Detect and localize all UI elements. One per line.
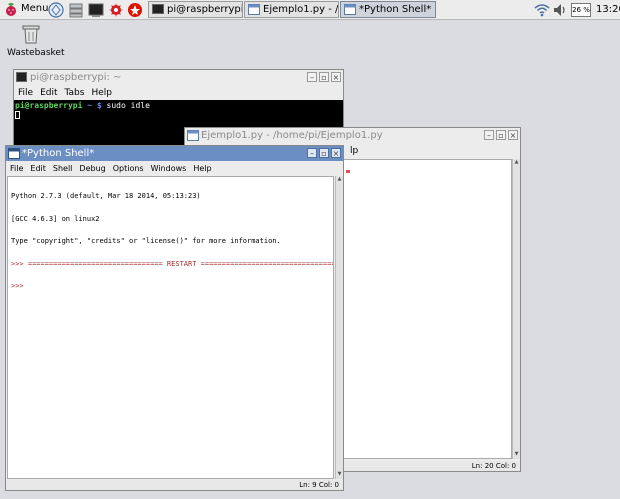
editor-titlebar[interactable]: Ejemplo1.py - /home/pi/Ejemplo1.py – ▫ × [185, 128, 520, 143]
shell-scrollbar[interactable]: ▲ ▼ [335, 176, 343, 479]
terminal-icon [16, 72, 27, 82]
shell-status: Ln: 9 Col: 0 [299, 481, 339, 489]
editor-status: Ln: 20 Col: 0 [471, 462, 516, 470]
terminal-menubar: File Edit Tabs Help [14, 86, 343, 100]
editor-title: Ejemplo1.py - /home/pi/Ejemplo1.py [201, 130, 383, 141]
shell-menubar: File Edit Shell Debug Options Windows Help [6, 162, 343, 176]
scroll-down-arrow-icon[interactable]: ▼ [336, 471, 343, 479]
editor-scrollbar[interactable]: ▲ ▼ [512, 159, 520, 459]
menu-file[interactable]: File [18, 88, 33, 98]
terminal-title: pi@raspberrypi: ~ [30, 72, 122, 83]
terminal-titlebar[interactable]: pi@raspberrypi: ~ – ▫ × [14, 70, 343, 85]
task-label: Ejemplo1.py - /hom... [263, 4, 339, 15]
menu-label: Menu [21, 3, 49, 14]
menu-edit[interactable]: Edit [30, 164, 46, 173]
minimize-button[interactable]: – [307, 72, 317, 82]
task-label: pi@raspberrypi: ~ [167, 4, 243, 15]
menu-help[interactable]: Help [193, 164, 211, 173]
terminal-icon[interactable] [88, 2, 104, 18]
scroll-up-arrow-icon[interactable]: ▲ [513, 159, 520, 167]
shell-prompt: >>> [11, 282, 24, 290]
shell-line: [GCC 4.6.3] on linux2 [11, 214, 100, 223]
close-button[interactable]: × [508, 130, 518, 140]
cpu-monitor: 26 % [571, 3, 591, 17]
clock: 13:20 [596, 4, 620, 15]
menu-debug[interactable]: Debug [79, 164, 105, 173]
menu-file[interactable]: File [10, 164, 23, 173]
task-terminal[interactable]: pi@raspberrypi: ~ [148, 1, 243, 18]
menu-shell[interactable]: Shell [53, 164, 73, 173]
prompt-user: pi@raspberrypi [15, 101, 83, 110]
menu-edit[interactable]: Edit [40, 88, 57, 98]
terminal-line: pi@raspberrypi ~ $ sudo idle [15, 101, 342, 111]
terminal-icon [152, 4, 164, 14]
minimize-button[interactable]: – [484, 130, 494, 140]
trash-icon [22, 25, 40, 44]
shell-titlebar[interactable]: *Python Shell* – ▫ × [6, 146, 343, 161]
prompt-path: ~ $ [87, 101, 102, 110]
menu-windows[interactable]: Windows [151, 164, 187, 173]
close-button[interactable]: × [331, 72, 341, 82]
maximize-button[interactable]: ▫ [319, 72, 329, 82]
wastebasket-label: Wastebasket [7, 48, 65, 58]
scroll-up-arrow-icon[interactable]: ▲ [336, 176, 343, 184]
terminal-command: sudo idle [106, 101, 150, 110]
window-icon [8, 148, 20, 159]
wifi-icon[interactable] [534, 2, 550, 18]
shell-text-area[interactable]: Python 2.7.3 (default, Mar 18 2014, 05:1… [7, 176, 334, 479]
file-manager-icon[interactable] [68, 2, 84, 18]
shell-status-bar: Ln: 9 Col: 0 [6, 480, 343, 490]
wastebasket[interactable]: Wastebasket [4, 24, 64, 60]
task-python-shell[interactable]: *Python Shell* [340, 1, 436, 18]
editor-red-mark [346, 170, 350, 173]
cpu-label: 26 % [572, 6, 590, 14]
minimize-button[interactable]: – [307, 148, 317, 158]
wolfram-icon[interactable] [127, 2, 143, 18]
shell-line: >>> ================================ RES… [11, 259, 334, 268]
scroll-down-arrow-icon[interactable]: ▼ [513, 451, 520, 459]
menu-tabs[interactable]: Tabs [65, 88, 85, 98]
menu-options[interactable]: Options [113, 164, 144, 173]
shell-title: *Python Shell* [22, 148, 95, 159]
window-icon [344, 4, 356, 15]
raspberry-icon [6, 3, 16, 16]
python-shell-window: *Python Shell* – ▫ × File Edit Shell Debug O… [5, 145, 344, 491]
shell-line: Type "copyright", "credits" or "license(… [11, 237, 281, 245]
volume-icon[interactable] [552, 2, 568, 18]
window-icon [187, 130, 199, 141]
close-button[interactable]: × [331, 148, 341, 158]
menu-help[interactable]: Help [91, 88, 112, 98]
web-browser-icon[interactable] [48, 2, 64, 18]
task-label: *Python Shell* [359, 4, 432, 15]
task-editor[interactable]: Ejemplo1.py - /hom... [244, 1, 339, 18]
editor-text-area[interactable] [343, 159, 512, 459]
shell-line: Python 2.7.3 (default, Mar 18 2014, 05:1… [11, 192, 201, 200]
taskbar: Menu pi@raspberrypi: ~ Ejemplo1.py - /ho… [0, 0, 620, 20]
menu-help-fragment[interactable]: lp [350, 144, 358, 158]
window-icon [248, 4, 260, 15]
maximize-button[interactable]: ▫ [496, 130, 506, 140]
debian-swirl-icon[interactable] [108, 2, 124, 18]
menu-button[interactable]: Menu [1, 1, 48, 18]
terminal-cursor [15, 111, 20, 119]
maximize-button[interactable]: ▫ [319, 148, 329, 158]
